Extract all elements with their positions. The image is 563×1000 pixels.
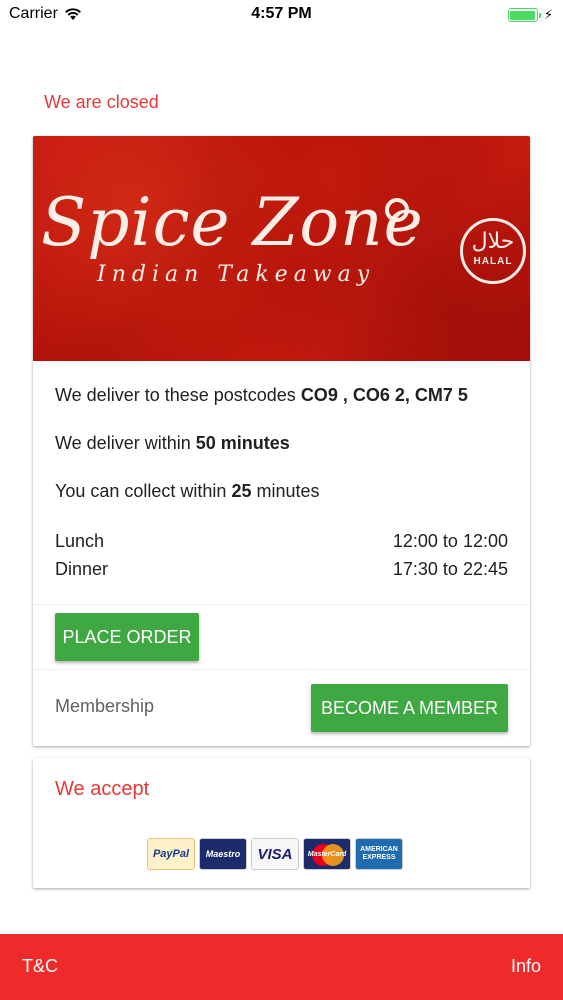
hours-time: 12:00 to 12:00 [392,531,508,551]
payment-logos: PayPal Maestro VISA MasterCard AMERICAN … [147,838,403,870]
battery-indicator: ⚡ [507,7,553,23]
halal-label: HALAL [473,256,513,267]
place-order-button[interactable]: PLACE ORDER [55,613,199,661]
status-bar: Carrier 4:57 PM ⚡ [0,0,563,30]
postcodes-value: CO9 , CO6 2, CM7 5 [300,385,468,405]
divider [33,669,530,670]
become-member-button[interactable]: BECOME A MEMBER [311,684,508,732]
banner-title: Spice Zone [41,184,424,261]
hours-time: 17:30 to 22:45 [392,559,508,579]
hours-name: Dinner [55,559,109,579]
banner-subtitle: Indian Takeaway [97,262,376,287]
mastercard-label: MasterCard [307,850,347,858]
paypal-icon: PayPal [147,838,195,870]
hours-name: Lunch [55,531,105,551]
divider [33,604,530,605]
charging-bolt-icon: ⚡ [543,7,553,22]
mastercard-icon: MasterCard [303,838,351,870]
hours-row-dinner: Dinner 17:30 to 22:45 [55,555,508,583]
restaurant-banner: Spice Zone Indian Takeaway حلال HALAL [33,136,530,361]
halal-badge-icon: حلال HALAL [460,218,526,284]
restaurant-card: Spice Zone Indian Takeaway حلال HALAL We… [33,136,530,746]
delivery-time-line: We deliver within 50 minutes [55,433,290,453]
delivery-time-value: 50 minutes [195,433,290,453]
info-link[interactable]: Info [511,956,541,977]
maestro-icon: Maestro [199,838,247,870]
hours-row-lunch: Lunch 12:00 to 12:00 [55,527,508,555]
banner-ring-decoration [385,198,409,222]
opening-hours: Lunch 12:00 to 12:00 Dinner 17:30 to 22:… [55,527,508,583]
membership-label: Membership [55,696,155,716]
we-accept-title: We accept [55,778,150,800]
collect-time-value: 25 [231,481,252,501]
delivery-info: We deliver to these postcodes CO9 , CO6 … [33,361,530,583]
payment-methods-card: We accept PayPal Maestro VISA MasterCard… [33,758,530,888]
postcodes-line: We deliver to these postcodes CO9 , CO6 … [55,385,468,405]
closed-status: We are closed [44,92,159,112]
maestro-label: Maestro [205,849,241,859]
terms-link[interactable]: T&C [22,956,58,977]
collect-time-line: You can collect within 25 minutes [55,481,320,501]
amex-icon: AMERICAN EXPRESS [355,838,403,870]
battery-icon [507,8,538,22]
halal-arabic-text: حلال [471,229,515,254]
footer-bar: T&C Info [0,934,563,1000]
visa-icon: VISA [251,838,299,870]
clock: 4:57 PM [251,5,312,22]
